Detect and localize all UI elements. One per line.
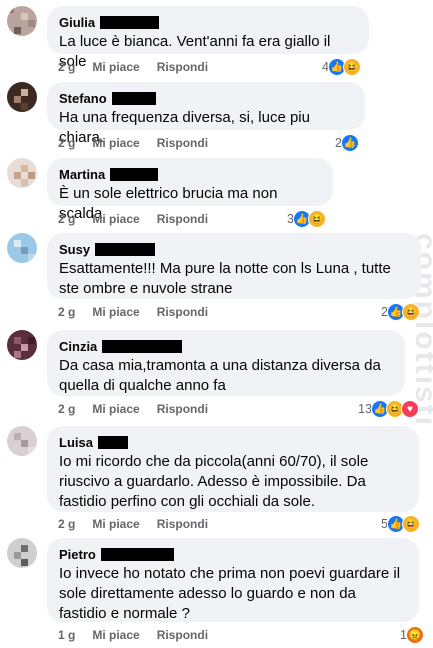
comment-author[interactable]: Giulia (59, 15, 95, 30)
redaction (111, 91, 156, 105)
avatar[interactable] (7, 6, 37, 36)
comment-actions: 2 g Mi piace Rispondi (58, 60, 225, 74)
comment-actions: 1 g Mi piace Rispondi (58, 628, 225, 642)
comment-bubble: Cinzia Da casa mia,tramonta a una distan… (47, 330, 405, 396)
comment-bubble: Luisa Io mi ricordo che da piccola(anni … (47, 426, 419, 512)
comment-author[interactable]: Susy (59, 242, 90, 257)
reply-button[interactable]: Rispondi (157, 60, 208, 74)
like-button[interactable]: Mi piace (92, 628, 139, 642)
avatar[interactable] (7, 426, 37, 456)
like-button[interactable]: Mi piace (92, 305, 139, 319)
comment-actions: 2 g Mi piace Rispondi (58, 402, 225, 416)
avatar[interactable] (7, 538, 37, 568)
comment-bubble: Martina È un sole elettrico brucia ma no… (47, 158, 333, 222)
comment-author[interactable]: Martina (59, 167, 105, 182)
like-button[interactable]: Mi piace (92, 136, 139, 150)
haha-icon: 😆 (307, 210, 326, 228)
comment-time[interactable]: 2 g (58, 60, 75, 74)
comment-bubble: Susy Esattamente!!! Ma pure la notte con… (47, 233, 421, 299)
redaction (95, 242, 156, 256)
reply-button[interactable]: Rispondi (157, 212, 208, 226)
reaction-summary[interactable]: 5 👍 😆 (381, 515, 420, 533)
comment-text: Io mi ricordo che da piccola(anni 60/70)… (59, 453, 369, 510)
comment-author[interactable]: Stefano (59, 91, 107, 106)
avatar[interactable] (7, 82, 37, 112)
like-button[interactable]: Mi piace (92, 517, 139, 531)
like-button[interactable]: Mi piace (92, 60, 139, 74)
comment-time[interactable]: 2 g (58, 305, 75, 319)
comment-actions: 2 g Mi piace Rispondi (58, 212, 225, 226)
reaction-count: 13 (358, 402, 372, 416)
comment-time[interactable]: 2 g (58, 136, 75, 150)
reply-button[interactable]: Rispondi (157, 628, 208, 642)
comment-text: Da casa mia,tramonta a una distanza dive… (59, 357, 381, 394)
redaction (97, 435, 128, 449)
reaction-summary[interactable]: 4 👍 😆 (322, 58, 361, 76)
haha-icon: 😆 (342, 58, 361, 76)
like-button[interactable]: Mi piace (92, 212, 139, 226)
comment-bubble: Pietro Io invece ho notato che prima non… (47, 538, 419, 622)
comment-text: Io invece ho notato che prima non poevi … (59, 565, 401, 622)
avatar[interactable] (7, 158, 37, 188)
reaction-summary[interactable]: 2 👍 😆 (381, 303, 420, 321)
comment-time[interactable]: 2 g (58, 517, 75, 531)
angry-icon: 😠 (405, 626, 424, 644)
haha-icon: 😆 (401, 515, 420, 533)
comment-bubble: Stefano Ha una frequenza diversa, si, lu… (47, 82, 365, 146)
comment-author[interactable]: Cinzia (59, 339, 97, 354)
comment-text: Esattamente!!! Ma pure la notte con ls L… (59, 260, 391, 297)
redaction (102, 339, 183, 353)
reply-button[interactable]: Rispondi (157, 305, 208, 319)
avatar[interactable] (7, 330, 37, 360)
redaction (100, 547, 174, 561)
reaction-summary[interactable]: 3 👍 😆 (287, 210, 326, 228)
reaction-summary[interactable]: 2 👍 (335, 134, 359, 152)
watermark: complottisti (409, 233, 433, 427)
comment-actions: 2 g Mi piace Rispondi (58, 305, 225, 319)
like-button[interactable]: Mi piace (92, 402, 139, 416)
like-icon: 👍 (340, 134, 359, 152)
comment-actions: 2 g Mi piace Rispondi (58, 136, 225, 150)
comment-time[interactable]: 2 g (58, 212, 75, 226)
reaction-summary[interactable]: 13 👍 😆 ♥ (358, 400, 419, 418)
comment-time[interactable]: 1 g (58, 628, 75, 642)
avatar[interactable] (7, 233, 37, 263)
comment-author[interactable]: Pietro (59, 547, 96, 562)
reply-button[interactable]: Rispondi (157, 136, 208, 150)
comment-bubble: Giulia La luce è bianca. Vent'anni fa er… (47, 6, 369, 70)
reply-button[interactable]: Rispondi (157, 517, 208, 531)
redaction (110, 167, 159, 181)
comment-author[interactable]: Luisa (59, 435, 93, 450)
redaction (100, 15, 160, 29)
comment-actions: 2 g Mi piace Rispondi (58, 517, 225, 531)
love-icon: ♥ (400, 400, 419, 418)
haha-icon: 😆 (401, 303, 420, 321)
reaction-summary[interactable]: 1 😠 (400, 626, 424, 644)
comment-time[interactable]: 2 g (58, 402, 75, 416)
reply-button[interactable]: Rispondi (157, 402, 208, 416)
